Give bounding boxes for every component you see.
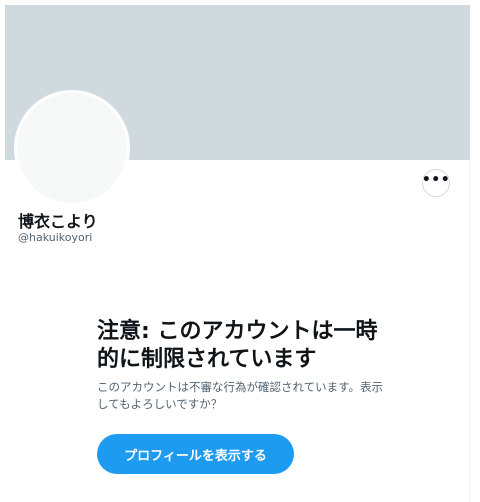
more-options-button[interactable]: ••• [422,169,450,197]
restriction-notice-body: このアカウントは不審な行為が確認されています。表示してもよろしいですか？ [97,380,384,411]
display-name: 博衣こより [18,212,98,231]
page: ••• 博衣こより @hakuikoyori 注意: このアカウントは一時的に制… [0,0,480,502]
restriction-notice-title: 注意: このアカウントは一時的に制限されています [97,319,378,372]
show-profile-button[interactable]: プロフィールを表示する [97,434,294,474]
username: @hakuikoyori [18,231,93,244]
column-divider [469,160,470,502]
avatar[interactable] [14,90,130,206]
more-icon: ••• [421,172,451,188]
profile-column: ••• 博衣こより @hakuikoyori 注意: このアカウントは一時的に制… [5,5,470,502]
